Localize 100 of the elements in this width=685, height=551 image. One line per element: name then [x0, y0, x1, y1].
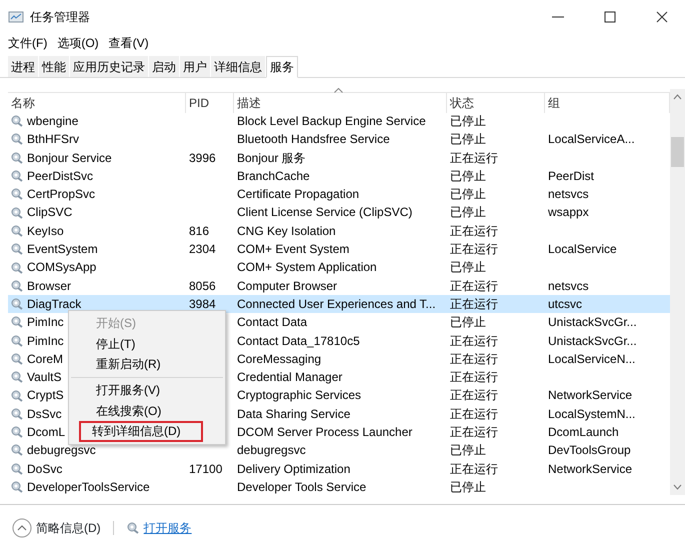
description-cell-text: Cryptographic Services	[236, 387, 362, 404]
description-cell-text: Client License Service (ClipSVC)	[236, 204, 414, 222]
menu-item[interactable]: 停止(T)	[71, 334, 223, 354]
pid-cell-text: 2304	[188, 241, 217, 258]
description-cell-text: debugregsvc	[236, 442, 307, 460]
description-cell-text: Data Sharing Service	[236, 406, 352, 423]
status-cell-text: 已停止	[449, 314, 487, 332]
tab[interactable]: 性能	[39, 56, 70, 77]
status-cell-text: 正在运行	[449, 460, 499, 478]
group-cell-text: PeerDist	[547, 168, 596, 185]
group-cell-text: LocalService	[547, 241, 618, 258]
group-cell-text: netsvcs	[547, 278, 590, 295]
menu-item[interactable]: 选项(O)	[57, 34, 99, 52]
group-cell-text: NetworkService	[547, 460, 634, 478]
service-name: COMSysApp	[27, 259, 96, 276]
column-header[interactable]: 名称	[8, 93, 186, 113]
service-name: KeyIso	[27, 222, 64, 240]
service-name: PeerDistSvc	[27, 168, 94, 185]
service-name: CertPropSvc	[27, 186, 96, 204]
description-cell-text: CNG Key Isolation	[236, 222, 337, 240]
service-name: PimInc	[27, 314, 64, 332]
menu-item[interactable]: 转到详细信息(D)	[79, 421, 203, 442]
service-name: wbengine	[27, 113, 78, 130]
tab[interactable]: 应用历史记录	[70, 56, 149, 77]
status-cell-text: 正在运行	[449, 369, 499, 386]
status-cell-text: 已停止	[449, 131, 487, 148]
tab[interactable]: 进程	[8, 56, 39, 77]
description-cell-text: DCOM Server Process Launcher	[236, 424, 414, 442]
pid-cell-text: 8056	[188, 278, 217, 295]
status-cell-text: 已停止	[449, 478, 487, 496]
column-header[interactable]: PID	[186, 93, 234, 113]
minimize-icon	[552, 16, 564, 18]
description-cell-text: Delivery Optimization	[236, 460, 352, 478]
group-cell-text: UnistackSvcGr...	[547, 314, 638, 332]
description-cell-text: Contact Data	[236, 314, 308, 332]
menu-item[interactable]: 文件(F)	[8, 34, 48, 52]
group-cell-text: utcsvc	[547, 296, 584, 313]
description-cell-text: Computer Browser	[236, 278, 338, 295]
description-cell-text: COM+ System Application	[236, 259, 378, 276]
description-cell-text: Credential Manager	[236, 369, 344, 386]
menu-item[interactable]: 在线搜索(O)	[71, 400, 223, 421]
description-cell-text: Developer Tools Service	[236, 478, 368, 496]
description-cell-text: Connected User Experiences and T...	[236, 296, 437, 313]
status-cell-text: 已停止	[449, 204, 487, 222]
tab[interactable]: 启动	[149, 56, 180, 77]
group-cell-text: DevToolsGroup	[547, 442, 632, 460]
status-cell-text: 正在运行	[449, 350, 499, 368]
status-cell-text: 正在运行	[449, 424, 499, 442]
group-cell-text: DcomLaunch	[547, 424, 620, 442]
app-icon	[8, 10, 24, 24]
service-name: DcomL	[27, 424, 66, 442]
pid-cell-text: 3996	[188, 150, 217, 167]
service-name: CoreM	[27, 350, 64, 368]
group-cell-text: NetworkService	[547, 387, 634, 404]
description-cell-text: Bonjour 服务	[236, 150, 307, 167]
service-name: EventSystem	[27, 241, 98, 258]
menu-item[interactable]: 查看(V)	[108, 34, 149, 52]
service-name: ClipSVC	[27, 204, 72, 222]
service-name: BthHFSrv	[27, 131, 80, 148]
pid-cell-text: 3984	[188, 296, 217, 313]
less-details-button[interactable]: 简略信息(D)	[12, 518, 101, 538]
tab[interactable]: 详细信息	[211, 56, 266, 77]
group-cell-text: LocalSystemN...	[547, 406, 636, 423]
scrollbar[interactable]	[670, 89, 685, 495]
pid-cell-text: 816	[188, 222, 210, 240]
menu-item[interactable]: 重新启动(R)	[71, 354, 223, 378]
service-name: DoSvc	[27, 460, 62, 478]
description-cell-text: COM+ Event System	[236, 241, 350, 258]
group-cell-text: UnistackSvcGr...	[547, 332, 638, 350]
selected-row[interactable]: DiagTrack 3984 Connected User Experiences and T... 正在运行 utcsvc	[8, 294, 670, 314]
status-cell-text: 已停止	[449, 442, 487, 460]
status-cell-text: 正在运行	[449, 296, 499, 313]
status-cell-text: 已停止	[449, 113, 487, 130]
chevron-up-icon	[12, 518, 32, 538]
open-services-link[interactable]: 打开服务	[126, 519, 192, 537]
service-name: Bonjour Service	[27, 150, 112, 167]
status-cell-text: 正在运行	[449, 150, 499, 167]
group-cell-text: wsappx	[547, 204, 590, 222]
service-name: debugregsvc	[27, 442, 96, 460]
tab[interactable]: 用户	[180, 56, 211, 77]
status-cell-text: 正在运行	[449, 278, 499, 295]
status-cell-text: 正在运行	[449, 332, 499, 350]
status-cell-text: 已停止	[449, 168, 487, 185]
status-cell-text: 已停止	[449, 186, 487, 204]
status-cell-text: 正在运行	[449, 387, 499, 404]
service-name: DsSvc	[27, 406, 62, 423]
window-title: 任务管理器	[30, 9, 90, 26]
column-header[interactable]: 描述	[234, 93, 447, 113]
description-cell-text: Certificate Propagation	[236, 186, 360, 204]
status-cell-text: 正在运行	[449, 222, 499, 240]
maximize-icon	[604, 12, 616, 22]
column-header[interactable]: 状态	[447, 93, 545, 113]
service-name: CryptS	[27, 387, 64, 404]
service-name: DeveloperToolsService	[27, 478, 150, 496]
status-cell-text: 正在运行	[449, 241, 499, 258]
service-name: PimInc	[27, 332, 64, 350]
description-cell-text: Bluetooth Handsfree Service	[236, 131, 391, 148]
tab[interactable]: 服务	[266, 56, 298, 78]
group-cell-text: netsvcs	[547, 186, 590, 204]
menu-item[interactable]: 打开服务(V)	[71, 380, 223, 400]
